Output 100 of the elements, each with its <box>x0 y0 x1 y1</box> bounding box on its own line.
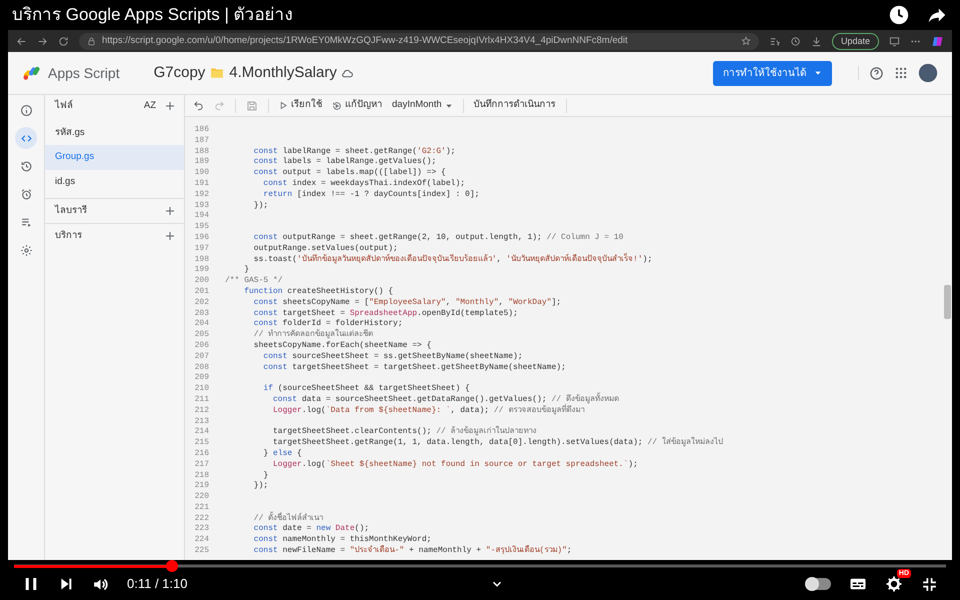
code-line: ss.toast('บันทึกข้อมูลวันหยุดสัปดาห์ของเดือนปัจจุบันเรียบร้อยแล้ว', 'นับวันหยุดสัปดาห์เดือนปัจจุบันสำเร็จ!'); <box>252 254 654 266</box>
code-line: const data = sourceSheetSheet.getDataRange().getValues(); // ดึงข้อมูลทั้งหมด <box>272 394 620 404</box>
help-icon[interactable] <box>869 66 884 80</box>
run-button[interactable]: เรียกใช้ <box>279 98 322 113</box>
line-number: 221 <box>194 502 209 514</box>
info-icon <box>20 104 32 116</box>
files-heading: ไฟล์ <box>55 98 74 113</box>
section-heading: บริการ <box>55 229 83 243</box>
line-number: 214 <box>194 427 209 438</box>
address-bar[interactable]: https://script.google.com/u/0/home/projects/1RWoEY0MkWzGQJFww-z419-WWCEseojqIVrlx4HX34V4_4piDwnNNFc8m/edit <box>79 32 759 50</box>
line-number: 202 <box>194 298 209 309</box>
section-heading: ไลบรารี <box>55 204 88 218</box>
autoplay-toggle[interactable] <box>807 578 832 590</box>
file-item[interactable]: id.gs <box>45 170 184 194</box>
settings-icon <box>20 244 32 256</box>
sort-button[interactable]: AZ <box>144 98 156 114</box>
url-text: https://script.google.com/u/0/home/projects/1RWoEY0MkWzGQJFww-z419-WWCEseojqIVrlx4HX34V4_4piDwnNNFc8m/edit <box>102 34 629 48</box>
file-item[interactable]: Group.gs <box>45 145 184 170</box>
star-icon[interactable] <box>740 36 751 46</box>
code-line: } else { <box>262 448 303 460</box>
forward-icon[interactable] <box>37 36 48 46</box>
download-icon[interactable] <box>810 36 822 46</box>
add-icon[interactable] <box>164 230 176 242</box>
line-number: 196 <box>194 232 209 244</box>
line-number: 192 <box>194 190 209 201</box>
add-icon[interactable] <box>164 100 176 112</box>
code-line: // ทำการคัดลอกข้อมูลในแต่ละชีต <box>252 330 374 341</box>
editor-button[interactable] <box>15 127 37 149</box>
code-line: const targetSheetSheet = targetSheet.getSheetByName(sheetName); <box>262 362 567 374</box>
line-number: 215 <box>194 438 209 449</box>
line-number: 188 <box>194 146 209 158</box>
alarm-clock-icon <box>20 188 32 200</box>
code-line: Logger.log(`Sheet ${sheetName} not found in source or target spreadsheet.`); <box>272 460 639 470</box>
lock-icon <box>87 36 96 46</box>
update-button[interactable]: Update <box>832 32 879 50</box>
code-line: const date = new Date(); <box>252 524 370 535</box>
code-line: const newFileName = "ประจำเดือน-" + nameMonthly + "-สรุปเงินเดือน(รวม)"; <box>252 546 573 557</box>
code-line: Logger.log(`Data from ${sheetName}: `, data); // ตรวจสอบข้อมูลที่ดึงมา <box>272 406 586 417</box>
debug-button[interactable]: แก้ปัญหา <box>332 98 382 113</box>
clock-icon[interactable] <box>888 4 910 26</box>
reload-icon[interactable] <box>58 36 69 46</box>
line-number: 198 <box>194 254 209 266</box>
back-icon[interactable] <box>16 36 27 46</box>
scrollbar-thumb[interactable] <box>944 285 951 319</box>
line-number: 224 <box>194 535 209 546</box>
product-name: Apps Script <box>48 64 120 83</box>
line-number: 194 <box>194 211 209 222</box>
line-number: 223 <box>194 524 209 536</box>
deploy-button[interactable]: การทำให้ใช้งานได้ <box>713 60 832 86</box>
code-line: const targetSheet = SpreadsheetApp.openById(template5); <box>252 308 519 319</box>
history-icon[interactable] <box>790 36 801 46</box>
line-number: 225 <box>194 546 209 557</box>
function-dropdown[interactable]: dayInMonth <box>392 98 453 113</box>
line-number: 208 <box>194 362 209 374</box>
favorites-icon[interactable] <box>768 36 780 46</box>
avatar[interactable] <box>918 63 938 83</box>
line-number: 200 <box>194 276 209 287</box>
settings-icon[interactable] <box>885 575 904 593</box>
code-line: const output = labels.map(([label]) => { <box>252 168 447 179</box>
code-line: sheetsCopyName.forEach(sheetName => { <box>252 340 432 352</box>
line-number: 203 <box>194 308 209 320</box>
line-number: 219 <box>194 481 209 492</box>
line-number: 222 <box>194 514 209 524</box>
code-line: outputRange.setValues(output); <box>252 244 399 254</box>
project-title: G7copy <box>154 62 206 83</box>
apps-grid-icon[interactable] <box>894 66 908 80</box>
code-line: if (sourceSheetSheet && targetSheetSheet) { <box>262 384 471 395</box>
line-number: 206 <box>194 340 209 352</box>
add-icon[interactable] <box>164 204 176 217</box>
line-number: 193 <box>194 200 209 212</box>
exit-fullscreen-icon[interactable] <box>921 576 938 592</box>
file-item[interactable]: รหัส.gs <box>45 121 184 146</box>
code-line: }); <box>252 481 270 492</box>
line-number: 197 <box>194 244 209 255</box>
code-line: /** GAS-5 */ <box>225 276 284 287</box>
line-number: 220 <box>194 492 209 503</box>
line-number: 189 <box>194 157 209 168</box>
code-line: const labelRange = sheet.getRange('G2:G'); <box>252 146 456 157</box>
undo-icon[interactable] <box>193 100 204 111</box>
line-number: 213 <box>194 416 209 428</box>
video-time: 0:11 / 1:10 <box>127 575 188 594</box>
line-number: 210 <box>194 384 209 395</box>
code-line: const index = weekdaysThai.indexOf(label); <box>262 178 466 190</box>
line-number: 209 <box>194 373 209 384</box>
debug-icon <box>332 100 342 110</box>
code-line: targetSheetSheet.getRange(1, 1, data.length, data[0].length).setValues(data); // ใส่ข้อมูลใหม่ลงไป <box>272 438 724 449</box>
code-line: const folderId = folderHistory; <box>252 319 404 328</box>
line-number: 212 <box>194 406 209 417</box>
line-number: 217 <box>194 460 209 470</box>
progress-handle[interactable] <box>166 560 178 572</box>
line-number: 205 <box>194 330 209 341</box>
code-line: targetSheetSheet.clearContents(); // ล้างข้อมูลเก่าในปลายทาง <box>272 427 538 438</box>
caret-icon <box>814 69 822 77</box>
list-play-icon <box>20 216 32 228</box>
history-icon <box>20 160 32 172</box>
execution-log-button[interactable]: บันทึกการดำเนินการ <box>474 98 556 113</box>
line-number: 211 <box>194 394 209 406</box>
line-number: 186 <box>194 125 209 136</box>
video-title: บริการ Google Apps Scripts | ตัวอย่าง <box>12 4 293 26</box>
code-line: const outputRange = sheet.getRange(2, 10, output.length, 1); // Column J = 10 <box>252 232 624 244</box>
